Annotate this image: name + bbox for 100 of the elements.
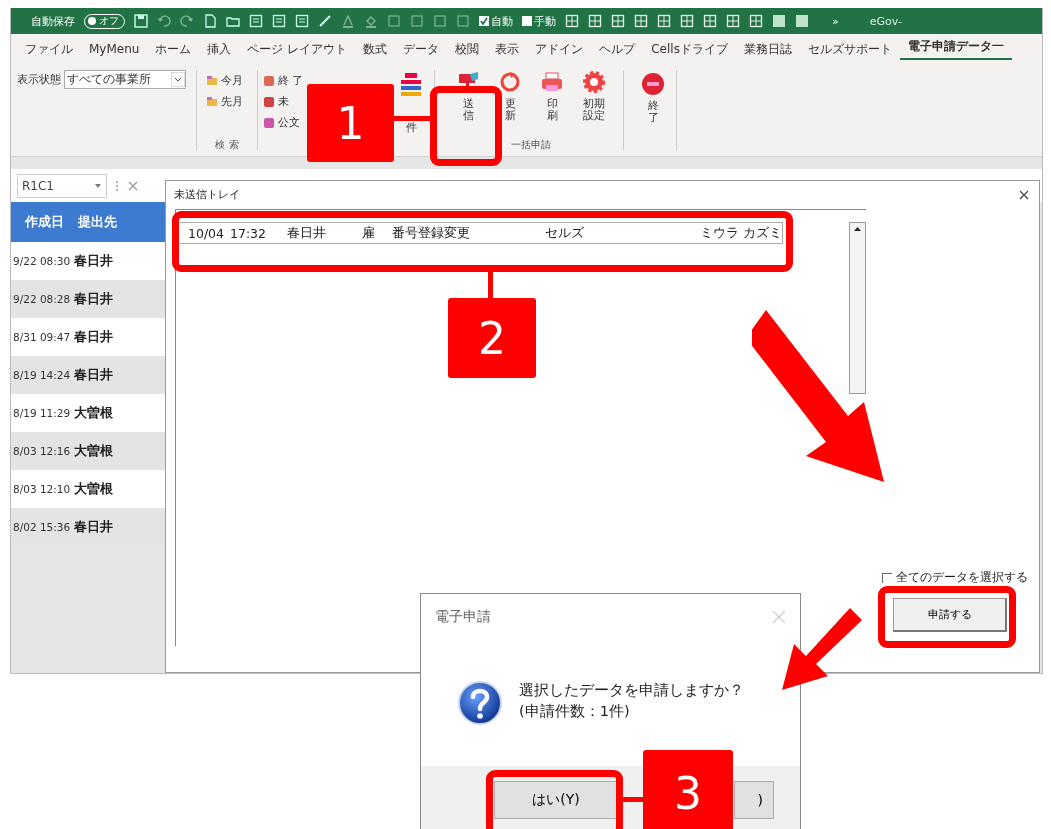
fill-color-icon[interactable]: [364, 14, 378, 28]
dropdown-arrow-icon: [171, 72, 185, 87]
calendar-icon: [207, 96, 217, 107]
status-filter-button[interactable]: 未: [264, 91, 304, 112]
ribbon-tab[interactable]: MyMenu: [81, 42, 148, 56]
ribbon-tab[interactable]: 数式: [355, 40, 396, 58]
place-cell: 大曽根: [74, 480, 114, 498]
undo-icon[interactable]: [157, 14, 171, 28]
more-button[interactable]: »: [832, 14, 839, 28]
place-cell: 春日井: [74, 290, 114, 308]
list-cell-text: セルズ: [545, 224, 585, 242]
folder-icon[interactable]: [226, 14, 240, 28]
settings-button[interactable]: 初期設定: [575, 70, 613, 123]
ribbon-tab[interactable]: セルズサポート: [799, 40, 900, 58]
submit-button[interactable]: 申請する: [893, 598, 1007, 632]
place-cell: 大曽根: [74, 404, 114, 422]
place-cell: 春日井: [74, 518, 114, 536]
name-box[interactable]: R1C1: [17, 173, 107, 198]
ribbon-tab[interactable]: 校閲: [447, 40, 488, 58]
print-button[interactable]: 印刷: [533, 70, 571, 123]
period-button[interactable]: 先月: [207, 91, 247, 112]
search-group-label: 検 索: [214, 138, 240, 152]
date-cell: 8/02 15:36: [13, 521, 71, 533]
ribbon-tab[interactable]: アドイン: [527, 40, 592, 58]
yes-button[interactable]: はい(Y): [494, 781, 618, 819]
square-icon[interactable]: [795, 14, 809, 28]
status-filter-button[interactable]: 終 了: [264, 70, 304, 91]
ribbon-tab[interactable]: 表示: [487, 40, 528, 58]
autosave-label: 自動保存: [31, 13, 75, 29]
form-icon[interactable]: [295, 14, 309, 28]
status-icon: [264, 117, 274, 128]
no-button[interactable]: ): [734, 781, 774, 819]
checkbox[interactable]: [522, 16, 532, 26]
message-text: 選択したデータを申請しますか？: [519, 680, 744, 700]
ribbon-tab[interactable]: 電子申請データ一: [899, 38, 1012, 60]
dialog-title: 電子申請: [435, 607, 491, 626]
checkbox-label: 手動: [534, 13, 556, 29]
save-icon[interactable]: [134, 14, 148, 28]
checkbox-label: 全てのデータを選択する: [896, 569, 1028, 586]
step-badge: 3: [643, 750, 733, 829]
close-icon[interactable]: [1019, 190, 1029, 200]
send-button[interactable]: 送信: [449, 70, 487, 123]
ribbon-tab[interactable]: ホーム: [147, 40, 200, 58]
all-button[interactable]: 件: [392, 64, 430, 156]
date-cell: 9/22 08:30: [13, 255, 71, 267]
ribbon-tab[interactable]: 挿入: [199, 40, 240, 58]
calendar-icon: [207, 75, 217, 86]
column-title: 提出先: [78, 213, 117, 231]
date-cell: 9/22 08:28: [13, 293, 71, 305]
status-icon: [264, 75, 274, 86]
date-cell: 8/19 14:24: [13, 369, 71, 381]
exit-button[interactable]: 終了: [634, 64, 672, 156]
scrollbar[interactable]: [849, 222, 866, 394]
table-icon[interactable]: [272, 14, 286, 28]
ribbon-tab[interactable]: ヘルプ: [591, 40, 644, 58]
checkbox[interactable]: [479, 16, 489, 26]
square-icon[interactable]: [772, 14, 786, 28]
step-badge: 2: [448, 298, 536, 378]
ribbon-tab[interactable]: ページ レイアウト: [239, 40, 356, 58]
window-title: eGov-: [869, 14, 902, 28]
checkbox-label: 自動: [491, 13, 513, 29]
message-text: (申請件数：1件): [519, 701, 631, 721]
date-cell: 8/03 12:16: [13, 445, 71, 457]
ribbon-tab[interactable]: Cellsドライブ: [643, 40, 736, 58]
checkbox[interactable]: [882, 572, 892, 583]
new-file-icon[interactable]: [203, 14, 217, 28]
refresh-button[interactable]: 更新: [491, 70, 529, 123]
dialog-title: 未送信トレイ: [174, 188, 240, 202]
office-dropdown[interactable]: すべての事業所: [64, 70, 186, 89]
list-row[interactable]: 10/04 17:32 春日井 雇 番号登録変更 セルズ ミウラ カズミ: [180, 222, 783, 244]
date-cell: 8/31 09:47: [13, 331, 71, 343]
date-cell: 8/03 12:10: [13, 483, 71, 495]
list-cell-text: 春日井: [287, 224, 327, 242]
ribbon-tab[interactable]: 業務日誌: [735, 40, 800, 58]
redo-icon[interactable]: [180, 14, 194, 28]
dropdown-arrow-icon: [94, 181, 102, 190]
refresh-icon: [498, 70, 522, 94]
grid-icon[interactable]: [611, 14, 625, 28]
list-cell: ミウラ カズミ: [700, 224, 782, 242]
grip-icon: [115, 178, 119, 193]
ribbon-tab[interactable]: データ: [395, 40, 448, 58]
place-cell: 春日井: [74, 328, 114, 346]
font-color-icon[interactable]: [341, 14, 355, 28]
status-filter-button[interactable]: 公文: [264, 112, 304, 133]
list-cell-text: 雇: [362, 224, 376, 242]
printer-icon: [540, 70, 564, 94]
filter-label: 表示状態: [17, 72, 61, 87]
cancel-icon[interactable]: [127, 179, 139, 192]
place-cell: 春日井: [74, 366, 114, 384]
period-button[interactable]: 今月: [207, 70, 247, 91]
ribbon-tab[interactable]: ファイル: [17, 40, 81, 58]
question-icon: [457, 679, 503, 726]
column-title: 作成日: [25, 213, 64, 231]
table-icon[interactable]: [634, 14, 648, 28]
batch-group-label: 一括申請: [510, 138, 552, 152]
list-cell-text: 17:32: [230, 225, 268, 241]
status-icon: [264, 96, 274, 107]
place-cell: 春日井: [74, 252, 114, 270]
grid-icon[interactable]: [588, 14, 602, 28]
step-badge: 1: [307, 84, 394, 162]
